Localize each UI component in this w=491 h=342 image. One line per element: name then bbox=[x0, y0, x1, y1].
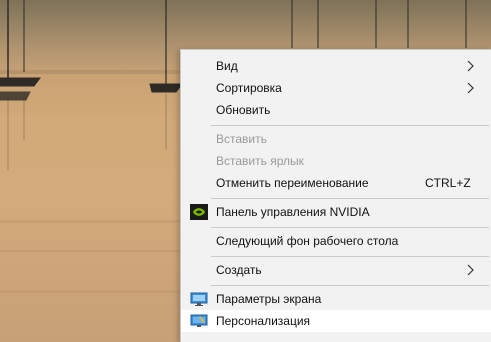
menu-item-new[interactable]: Создать bbox=[181, 259, 491, 281]
chevron-right-icon bbox=[467, 82, 474, 94]
menu-item-label: Вид bbox=[216, 59, 238, 73]
menu-separator bbox=[211, 285, 489, 286]
menu-item-paste: Вставить bbox=[181, 128, 491, 150]
menu-item-undo-rename[interactable]: Отменить переименование CTRL+Z bbox=[181, 172, 491, 194]
desktop-context-menu: Вид Сортировка Обновить Вставить Вставит… bbox=[180, 49, 491, 342]
personalize-icon bbox=[190, 314, 208, 327]
menu-item-paste-shortcut: Вставить ярлык bbox=[181, 150, 491, 172]
menu-item-label: Персонализация bbox=[216, 314, 311, 328]
menu-item-sort[interactable]: Сортировка bbox=[181, 77, 491, 99]
menu-item-next-background[interactable]: Следующий фон рабочего стола bbox=[181, 230, 491, 252]
menu-item-label: Сортировка bbox=[216, 81, 282, 95]
menu-item-personalization[interactable]: Персонализация bbox=[181, 310, 491, 332]
menu-separator bbox=[211, 227, 489, 228]
menu-item-label: Обновить bbox=[216, 103, 271, 117]
chevron-right-icon bbox=[467, 60, 474, 72]
display-icon bbox=[190, 292, 208, 306]
menu-item-shortcut: CTRL+Z bbox=[425, 176, 471, 190]
chevron-right-icon bbox=[467, 264, 474, 276]
menu-item-label: Следующий фон рабочего стола bbox=[216, 234, 399, 248]
menu-item-label: Вставить ярлык bbox=[216, 154, 304, 168]
menu-separator bbox=[211, 198, 489, 199]
menu-item-label: Параметры экрана bbox=[216, 292, 322, 306]
menu-item-label: Вставить bbox=[216, 132, 267, 146]
menu-item-nvidia-control-panel[interactable]: Панель управления NVIDIA bbox=[181, 201, 491, 223]
menu-item-label: Отменить переименование bbox=[216, 176, 369, 190]
menu-item-view[interactable]: Вид bbox=[181, 55, 491, 77]
menu-separator bbox=[211, 125, 489, 126]
menu-item-label: Панель управления NVIDIA bbox=[216, 205, 370, 219]
menu-item-label: Создать bbox=[216, 263, 262, 277]
menu-separator bbox=[211, 256, 489, 257]
nvidia-icon bbox=[190, 204, 208, 220]
menu-item-refresh[interactable]: Обновить bbox=[181, 99, 491, 121]
menu-item-display-settings[interactable]: Параметры экрана bbox=[181, 288, 491, 310]
